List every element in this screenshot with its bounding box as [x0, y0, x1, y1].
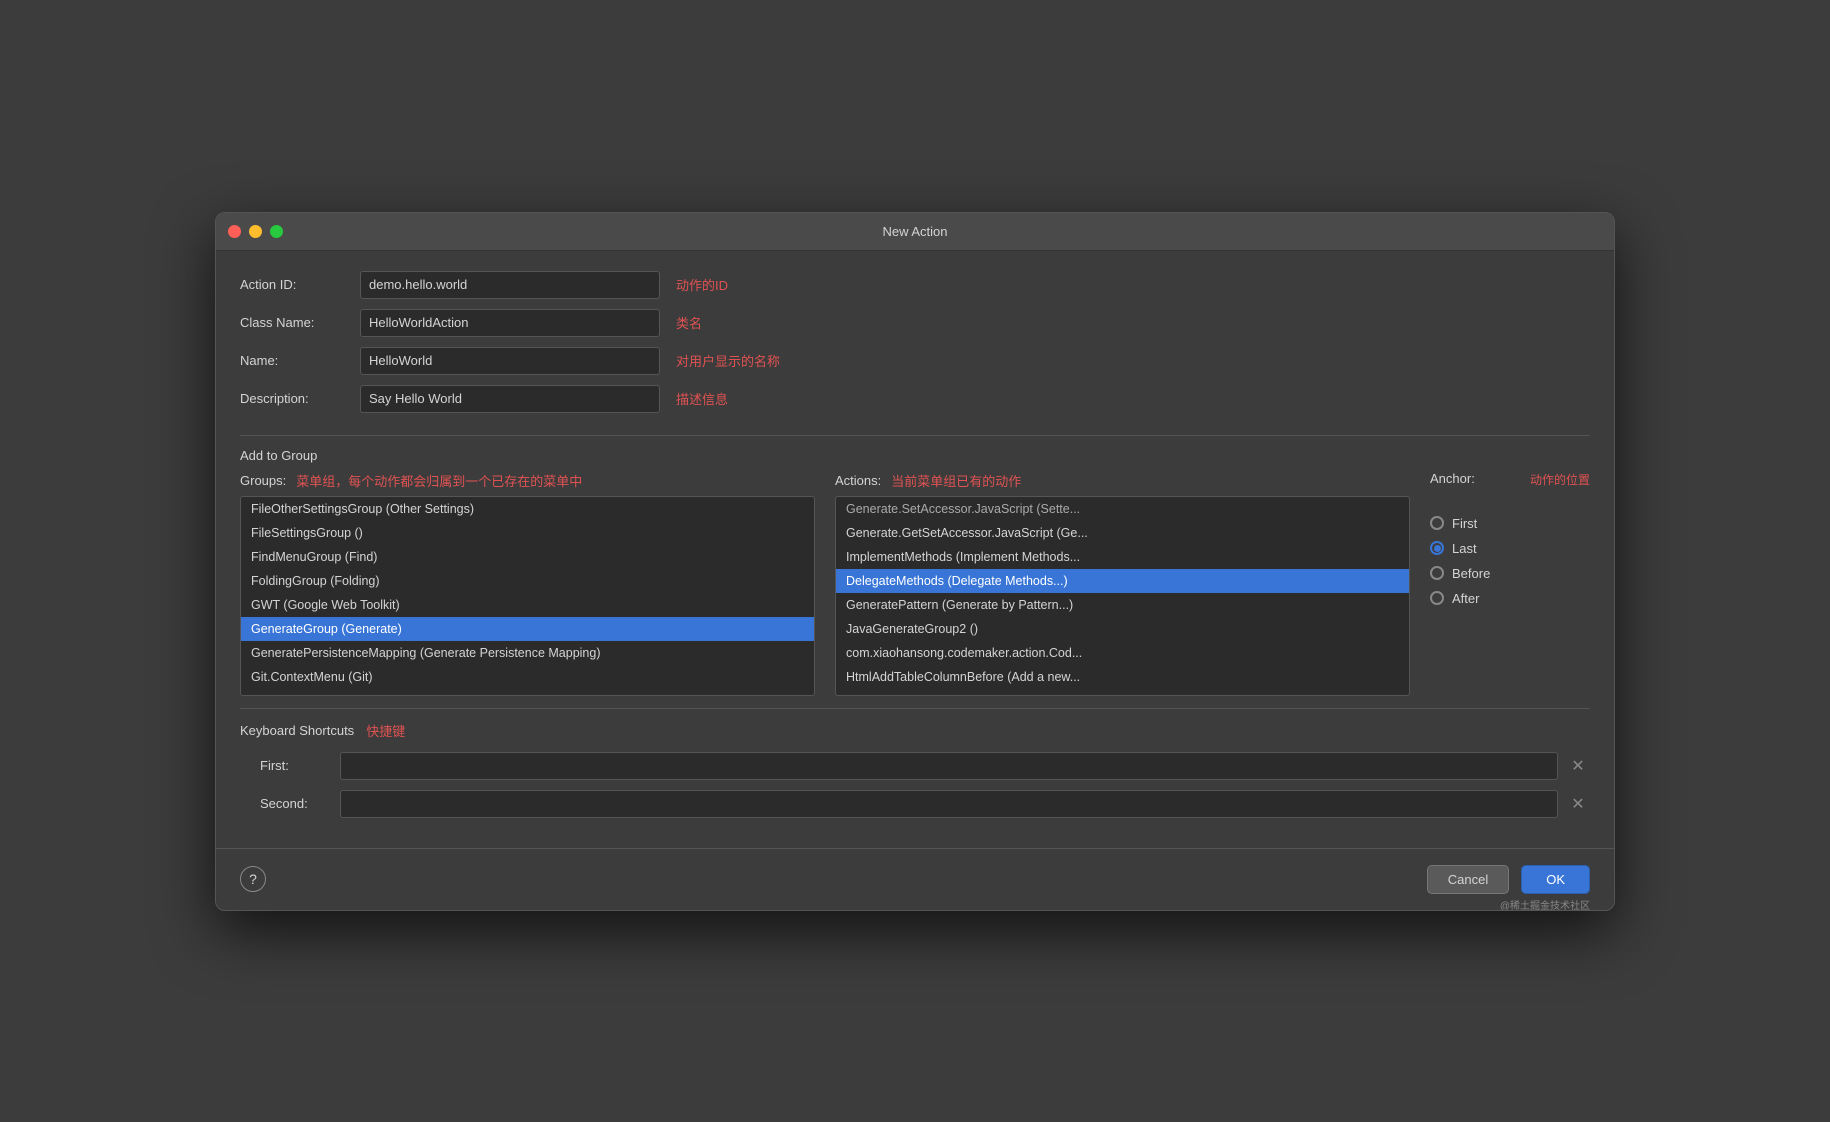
add-to-group-label: Add to Group	[240, 448, 1590, 463]
class-name-annotation: 类名	[676, 313, 702, 332]
anchor-label: Anchor:	[1430, 471, 1475, 486]
radio-first-label: First	[1452, 516, 1477, 531]
actions-column: Actions: 当前菜单组已有的动作 Generate.SetAccessor…	[835, 471, 1410, 696]
list-item[interactable]: Generate.SetAccessor.JavaScript (Sette..…	[836, 497, 1409, 521]
description-row: Description: 描述信息	[240, 385, 1590, 413]
help-icon: ?	[249, 871, 257, 887]
window-title: New Action	[882, 224, 947, 239]
radio-after-circle	[1430, 591, 1444, 605]
cancel-button[interactable]: Cancel	[1427, 865, 1509, 894]
ok-button-wrap: OK @稀土掘金技术社区	[1521, 865, 1590, 894]
class-name-input[interactable]	[360, 309, 660, 337]
actions-annotation: 当前菜单组已有的动作	[891, 471, 1021, 490]
groups-label: Groups:	[240, 473, 286, 488]
list-item[interactable]: Git.FileHistory.ContextMenu ()	[241, 689, 814, 696]
form-section: Action ID: 动作的ID Class Name: 类名 Name:	[240, 271, 1590, 436]
list-item[interactable]: GWT (Google Web Toolkit)	[241, 593, 814, 617]
action-id-row: Action ID: 动作的ID	[240, 271, 1590, 299]
actions-list[interactable]: Generate.SetAccessor.JavaScript (Sette..…	[835, 496, 1410, 696]
radio-last-circle	[1430, 541, 1444, 555]
second-shortcut-input[interactable]	[340, 790, 1558, 818]
radio-after[interactable]: After	[1430, 591, 1590, 606]
anchor-radio-group: First Last Before After	[1430, 516, 1590, 606]
list-item[interactable]: com.xiaohansong.codemaker.action.Cod...	[836, 641, 1409, 665]
action-id-input[interactable]	[360, 271, 660, 299]
titlebar-buttons	[228, 225, 283, 238]
radio-first-circle	[1430, 516, 1444, 530]
titlebar: New Action	[216, 213, 1614, 251]
radio-before-circle	[1430, 566, 1444, 580]
anchor-column: Anchor: 动作的位置 First Last	[1430, 471, 1590, 606]
keyboard-header: Keyboard Shortcuts 快捷键	[240, 721, 1590, 740]
radio-last[interactable]: Last	[1430, 541, 1590, 556]
content-area: Action ID: 动作的ID Class Name: 类名 Name:	[216, 251, 1614, 848]
list-item-selected[interactable]: GenerateGroup (Generate)	[241, 617, 814, 641]
actions-label: Actions:	[835, 473, 881, 488]
list-item[interactable]: ImplementMethods (Implement Methods...	[836, 545, 1409, 569]
second-shortcut-label: Second:	[260, 796, 340, 811]
name-label: Name:	[240, 353, 360, 368]
list-item[interactable]: FoldingGroup (Folding)	[241, 569, 814, 593]
name-input-wrap: 对用户显示的名称	[360, 347, 1590, 375]
list-item[interactable]: GeneratePattern (Generate by Pattern...)	[836, 593, 1409, 617]
second-shortcut-row: Second: ✕	[240, 790, 1590, 818]
first-shortcut-label: First:	[260, 758, 340, 773]
maximize-button[interactable]	[270, 225, 283, 238]
list-item[interactable]: HtmlAddTableColumnBefore (Add a new...	[836, 665, 1409, 689]
footer-buttons: Cancel OK @稀土掘金技术社区	[1427, 865, 1590, 894]
footer: ? Cancel OK @稀土掘金技术社区	[216, 848, 1614, 910]
list-item[interactable]: Git.ContextMenu (Git)	[241, 665, 814, 689]
list-item[interactable]: JavaGenerateGroup2 ()	[836, 617, 1409, 641]
groups-column: Groups: 菜单组，每个动作都会归属到一个已存在的菜单中 FileOther…	[240, 471, 815, 696]
action-id-input-wrap: 动作的ID	[360, 271, 1590, 299]
help-button[interactable]: ?	[240, 866, 266, 892]
groups-list[interactable]: FileOtherSettingsGroup (Other Settings) …	[240, 496, 815, 696]
keyboard-shortcuts-section: Keyboard Shortcuts 快捷键 First: ✕ Second: …	[240, 721, 1590, 818]
watermark: @稀土掘金技术社区	[1500, 897, 1590, 911]
list-item[interactable]: FileOtherSettingsGroup (Other Settings)	[241, 497, 814, 521]
actions-header: Actions: 当前菜单组已有的动作	[835, 471, 1410, 490]
groups-annotation: 菜单组，每个动作都会归属到一个已存在的菜单中	[296, 471, 582, 490]
first-shortcut-row: First: ✕	[240, 752, 1590, 780]
name-row: Name: 对用户显示的名称	[240, 347, 1590, 375]
radio-first[interactable]: First	[1430, 516, 1590, 531]
radio-last-label: Last	[1452, 541, 1477, 556]
action-id-label: Action ID:	[240, 277, 360, 292]
class-name-label: Class Name:	[240, 315, 360, 330]
close-button[interactable]	[228, 225, 241, 238]
list-item-selected[interactable]: DelegateMethods (Delegate Methods...)	[836, 569, 1409, 593]
divider	[240, 708, 1590, 709]
description-annotation: 描述信息	[676, 389, 728, 408]
class-name-input-wrap: 类名	[360, 309, 1590, 337]
description-input-wrap: 描述信息	[360, 385, 1590, 413]
groups-header: Groups: 菜单组，每个动作都会归属到一个已存在的菜单中	[240, 471, 815, 490]
radio-after-label: After	[1452, 591, 1479, 606]
groups-actions-anchor-row: Groups: 菜单组，每个动作都会归属到一个已存在的菜单中 FileOther…	[240, 471, 1590, 696]
radio-before-label: Before	[1452, 566, 1490, 581]
name-annotation: 对用户显示的名称	[676, 351, 780, 370]
list-item[interactable]: Generate.GetSetAccessor.JavaScript (Ge..…	[836, 521, 1409, 545]
anchor-position-annotation: 动作的位置	[1530, 471, 1590, 488]
add-to-group-section: Add to Group Groups: 菜单组，每个动作都会归属到一个已存在的…	[240, 448, 1590, 696]
list-item[interactable]: FindMenuGroup (Find)	[241, 545, 814, 569]
first-shortcut-clear-button[interactable]: ✕	[1566, 754, 1590, 778]
second-shortcut-clear-button[interactable]: ✕	[1566, 792, 1590, 816]
keyboard-annotation: 快捷键	[366, 721, 405, 740]
anchor-header-row: Anchor: 动作的位置	[1430, 471, 1590, 488]
description-input[interactable]	[360, 385, 660, 413]
keyboard-title: Keyboard Shortcuts	[240, 723, 354, 738]
minimize-button[interactable]	[249, 225, 262, 238]
name-input[interactable]	[360, 347, 660, 375]
action-id-annotation: 动作的ID	[676, 275, 728, 294]
list-item[interactable]: FileSettingsGroup ()	[241, 521, 814, 545]
description-label: Description:	[240, 391, 360, 406]
main-window: New Action Action ID: 动作的ID Class Name: …	[215, 212, 1615, 911]
list-item[interactable]: GeneratePersistenceMapping (Generate Per…	[241, 641, 814, 665]
first-shortcut-input[interactable]	[340, 752, 1558, 780]
radio-before[interactable]: Before	[1430, 566, 1590, 581]
class-name-row: Class Name: 类名	[240, 309, 1590, 337]
ok-button[interactable]: OK	[1521, 865, 1590, 894]
